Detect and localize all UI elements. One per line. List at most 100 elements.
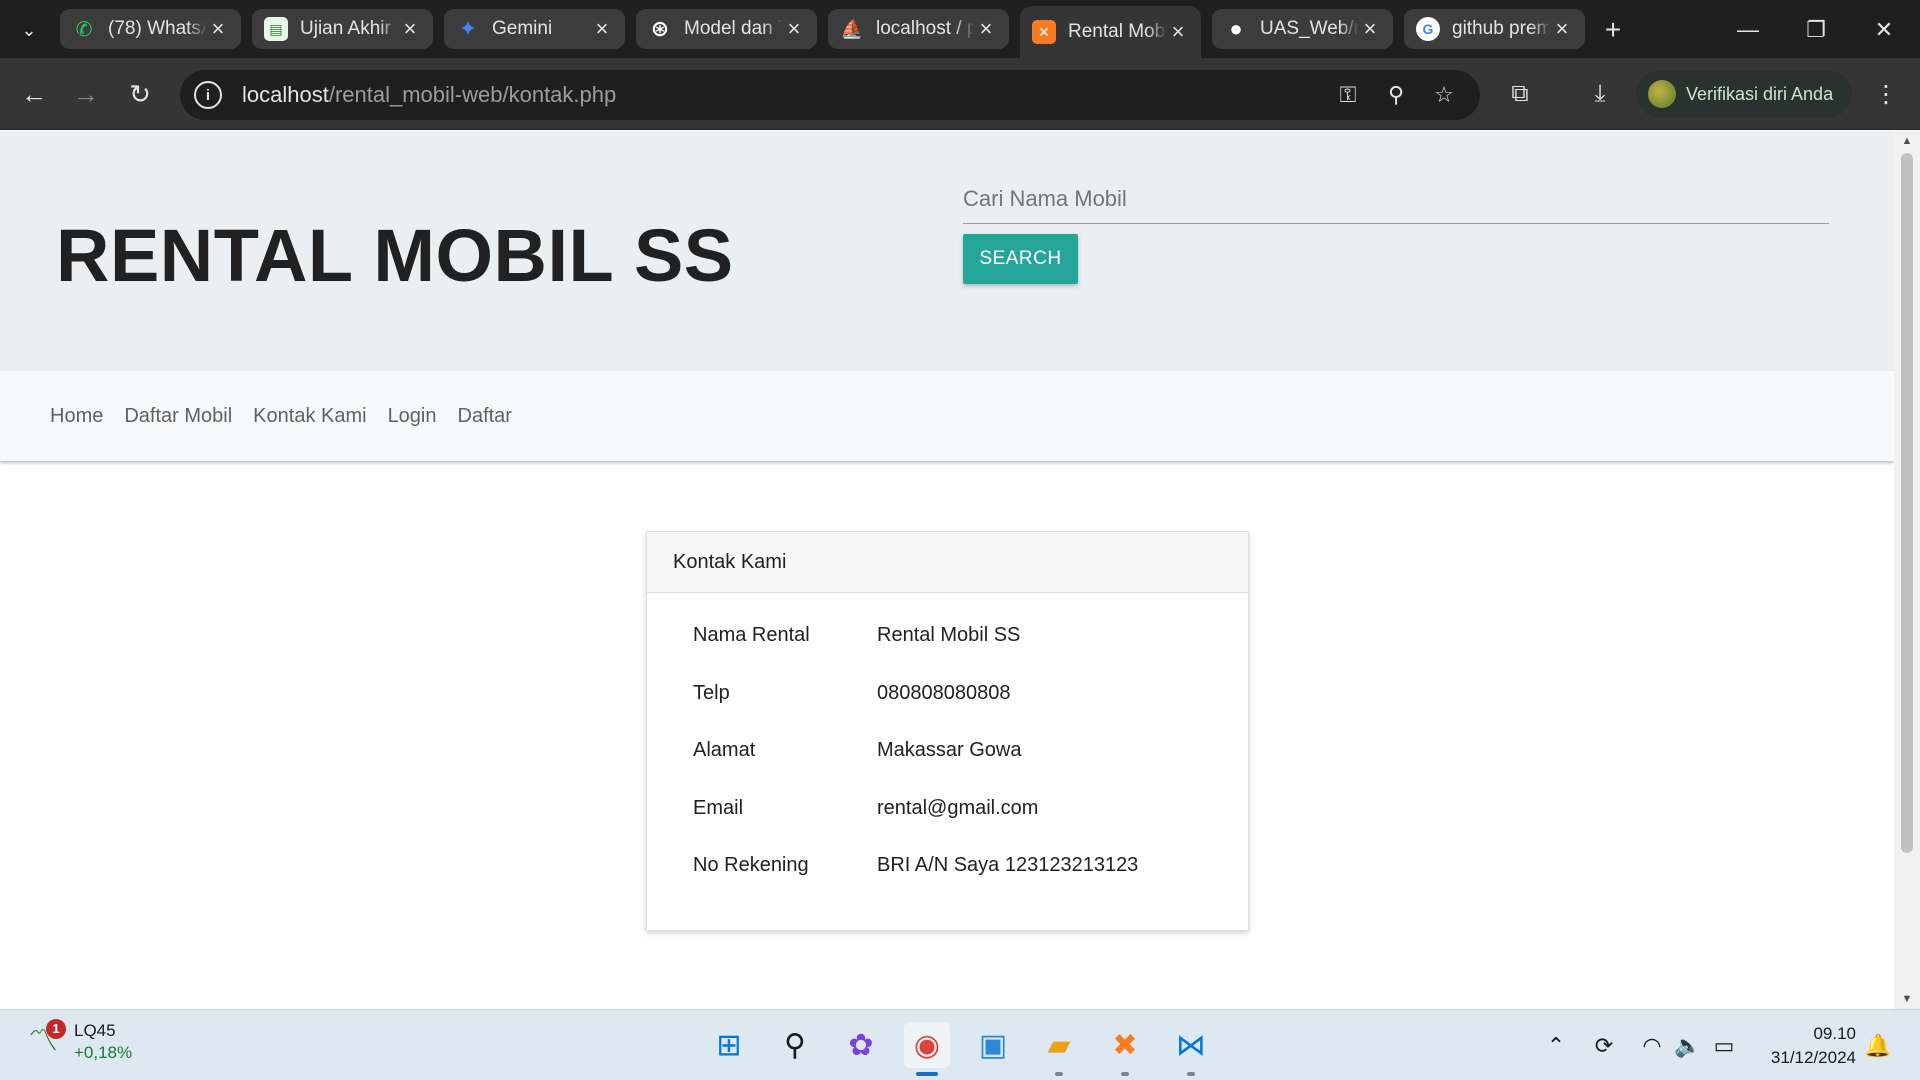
xampp-taskbar-icon[interactable]: ✖ bbox=[1102, 1022, 1148, 1068]
restore-icon[interactable]: ❐ bbox=[1788, 10, 1844, 50]
windows-taskbar: 〽 1 LQ45 +0,18% ⊞ ⚲ ✿ ◉ ▣ ▰ ✖ ⋈ ⌃ ⟳ ◠ 🔈 … bbox=[0, 1009, 1920, 1080]
profile-button[interactable]: Verifikasi diri Anda bbox=[1636, 71, 1852, 117]
reload-icon[interactable]: ↻ bbox=[120, 74, 160, 114]
tab-rental-mobil[interactable]: ✕ Rental Mobil SS × bbox=[1020, 6, 1201, 58]
site-header: RENTAL MOBIL SS SEARCH bbox=[0, 131, 1894, 371]
tab-ujian[interactable]: ▤ Ujian Akhir Semester × bbox=[252, 9, 433, 49]
tab-search-chevron-icon[interactable]: ⌄ bbox=[10, 12, 48, 48]
tab-title: github premium bbox=[1452, 18, 1551, 39]
chatgpt-icon: ⊛ bbox=[650, 16, 670, 41]
close-icon[interactable]: × bbox=[1359, 16, 1381, 42]
gemini-icon: ✦ bbox=[458, 16, 478, 41]
clock-date: 31/12/2024 bbox=[1770, 1048, 1856, 1067]
password-key-icon[interactable]: ⚿ bbox=[1332, 79, 1364, 111]
row-value: Makassar Gowa bbox=[877, 739, 1022, 762]
row-label: No Rekening bbox=[693, 854, 809, 877]
row-value: rental@gmail.com bbox=[877, 796, 1039, 819]
back-arrow-icon[interactable]: ← bbox=[14, 74, 54, 114]
page-scrollbar[interactable]: ▲ ▼ bbox=[1894, 131, 1920, 1009]
row-label: Alamat bbox=[693, 739, 756, 762]
close-icon[interactable]: × bbox=[975, 16, 997, 42]
chevron-up-icon[interactable]: ⌃ bbox=[1540, 1030, 1572, 1062]
nav-daftar[interactable]: Daftar bbox=[458, 405, 512, 428]
close-icon[interactable]: × bbox=[399, 16, 421, 42]
bookmark-star-icon[interactable]: ☆ bbox=[1428, 79, 1460, 111]
site-brand: RENTAL MOBIL SS bbox=[56, 214, 734, 297]
notification-bell-icon[interactable]: 🔔 bbox=[1862, 1030, 1894, 1062]
close-icon[interactable]: × bbox=[591, 16, 613, 42]
forward-arrow-icon[interactable]: → bbox=[66, 74, 106, 114]
contact-card: Kontak Kami Nama Rental Rental Mobil SS … bbox=[646, 531, 1249, 931]
extensions-puzzle-icon[interactable]: ⧉ bbox=[1502, 76, 1538, 112]
search-icon[interactable]: ⚲ bbox=[772, 1022, 818, 1068]
row-value: BRI A/N Saya 123123213123 bbox=[877, 854, 1139, 877]
tab-title: Model dan Teknik bbox=[684, 18, 783, 39]
row-label: Email bbox=[693, 796, 744, 819]
tab-title: Ujian Akhir Semester bbox=[300, 18, 399, 39]
table-row: Email rental@gmail.com bbox=[647, 780, 1248, 838]
zoom-icon[interactable]: ⚲ bbox=[1380, 79, 1412, 111]
close-icon[interactable]: × bbox=[207, 16, 229, 42]
window-close-icon[interactable]: ✕ bbox=[1856, 10, 1912, 50]
table-row: Telp 080808080808 bbox=[647, 665, 1248, 723]
row-value: 080808080808 bbox=[877, 681, 1011, 704]
tab-google-search[interactable]: G github premium × bbox=[1404, 9, 1585, 49]
minimize-icon[interactable]: — bbox=[1720, 10, 1776, 50]
address-bar[interactable]: i localhost/rental_mobil-web/kontak.php … bbox=[180, 70, 1480, 120]
file-explorer-icon[interactable]: ▰ bbox=[1036, 1022, 1082, 1068]
stock-widget[interactable]: 〽 1 LQ45 +0,18% bbox=[28, 1019, 132, 1064]
tab-title: Gemini bbox=[492, 18, 553, 39]
nav-kontak-kami[interactable]: Kontak Kami bbox=[253, 405, 366, 428]
scroll-down-arrow-icon[interactable]: ▼ bbox=[1894, 989, 1920, 1009]
close-icon[interactable]: × bbox=[1551, 16, 1573, 42]
profile-label: Verifikasi diri Anda bbox=[1686, 83, 1834, 104]
page-viewport: RENTAL MOBIL SS SEARCH Home Daftar Mobil… bbox=[0, 131, 1894, 1009]
download-icon[interactable]: ⤓ bbox=[1582, 76, 1618, 112]
url-text[interactable]: localhost/rental_mobil-web/kontak.php bbox=[242, 82, 616, 108]
photos-app-icon[interactable]: ▣ bbox=[970, 1022, 1016, 1068]
windows-start-icon[interactable]: ⊞ bbox=[706, 1022, 752, 1068]
notification-badge: 1 bbox=[46, 1019, 66, 1039]
search-button[interactable]: SEARCH bbox=[963, 234, 1078, 284]
close-icon[interactable]: × bbox=[1167, 19, 1189, 45]
battery-icon[interactable]: ▭ bbox=[1708, 1030, 1740, 1062]
scroll-up-arrow-icon[interactable]: ▲ bbox=[1894, 131, 1920, 151]
chrome-icon[interactable]: ◉ bbox=[904, 1022, 950, 1068]
table-row: Nama Rental Rental Mobil SS bbox=[647, 607, 1248, 665]
tab-whatsapp[interactable]: ✆ (78) WhatsApp × bbox=[60, 9, 241, 49]
copilot-icon[interactable]: ✿ bbox=[838, 1022, 884, 1068]
tab-title: UAS_Web/rental bbox=[1260, 18, 1359, 39]
browser-toolbar: ← → ↻ i localhost/rental_mobil-web/konta… bbox=[0, 58, 1920, 130]
document-icon: ▤ bbox=[264, 17, 288, 41]
tab-phpmyadmin[interactable]: ⛵ localhost / phpMyAdmin × bbox=[828, 9, 1009, 49]
nav-login[interactable]: Login bbox=[388, 405, 437, 428]
tab-github-repo[interactable]: ● UAS_Web/rental × bbox=[1212, 9, 1393, 49]
site-nav: Home Daftar Mobil Kontak Kami Login Daft… bbox=[0, 371, 1894, 461]
site-info-icon[interactable]: i bbox=[194, 81, 222, 109]
row-label: Telp bbox=[693, 681, 730, 704]
scroll-thumb[interactable] bbox=[1901, 153, 1913, 853]
sync-icon[interactable]: ⟳ bbox=[1588, 1030, 1620, 1062]
search-input[interactable] bbox=[963, 174, 1829, 224]
browser-tab-strip: ⌄ ✆ (78) WhatsApp × ▤ Ujian Akhir Semest… bbox=[0, 0, 1920, 58]
tab-title: localhost / phpMyAdmin bbox=[876, 18, 975, 39]
clock-time: 09.10 bbox=[1813, 1024, 1856, 1043]
google-icon: G bbox=[1416, 17, 1440, 41]
stock-name: LQ45 bbox=[74, 1021, 116, 1040]
close-icon[interactable]: × bbox=[783, 16, 805, 42]
nav-daftar-mobil[interactable]: Daftar Mobil bbox=[124, 405, 232, 428]
tab-model[interactable]: ⊛ Model dan Teknik × bbox=[636, 9, 817, 49]
tab-gemini[interactable]: ✦ Gemini × bbox=[444, 9, 625, 49]
system-clock[interactable]: 09.10 31/12/2024 bbox=[1760, 1022, 1856, 1070]
wifi-icon[interactable]: ◠ bbox=[1636, 1030, 1668, 1062]
nav-home[interactable]: Home bbox=[50, 405, 103, 428]
whatsapp-icon: ✆ bbox=[75, 18, 93, 41]
github-icon: ● bbox=[1229, 16, 1243, 41]
new-tab-plus-icon[interactable]: + bbox=[1595, 12, 1631, 48]
table-row: Alamat Makassar Gowa bbox=[647, 722, 1248, 780]
avatar bbox=[1648, 80, 1676, 108]
vscode-icon[interactable]: ⋈ bbox=[1168, 1022, 1214, 1068]
contact-table: Nama Rental Rental Mobil SS Telp 0808080… bbox=[647, 607, 1248, 895]
menu-kebab-icon[interactable]: ⋮ bbox=[1868, 76, 1904, 112]
volume-icon[interactable]: 🔈 bbox=[1672, 1030, 1704, 1062]
